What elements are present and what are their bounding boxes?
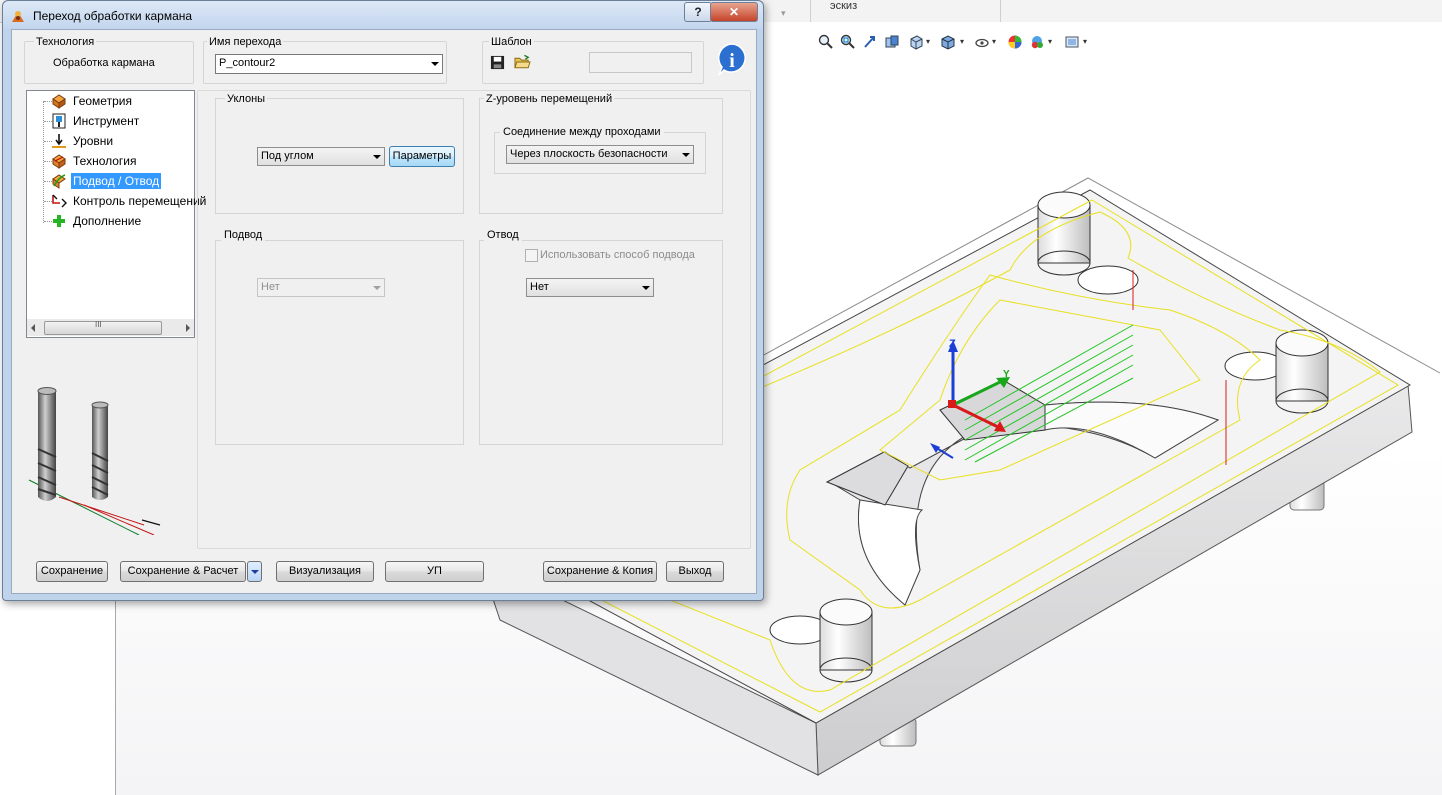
tree-item-label: Геометрия — [73, 94, 132, 108]
template-field — [589, 52, 692, 73]
scroll-left-icon[interactable] — [31, 324, 35, 332]
open-folder-icon[interactable] — [514, 54, 531, 70]
step-name-label: Имя перехода — [207, 36, 284, 48]
dialog-client-area: Технология Обработка кармана Имя переход… — [11, 29, 757, 594]
chevron-down-icon — [373, 286, 381, 290]
approach-label: Подвод — [221, 229, 266, 241]
cutting-tools-illustration — [28, 387, 161, 535]
tree-item-addition[interactable]: Дополнение — [27, 211, 194, 231]
visualize-button[interactable]: Визуализация — [276, 561, 374, 582]
app-logo-icon — [12, 11, 24, 22]
scroll-right-icon[interactable] — [186, 324, 190, 332]
info-icon[interactable]: i — [715, 42, 749, 76]
retract-combo[interactable]: Нет — [526, 278, 654, 297]
step-name-combo[interactable]: P_contour2 — [215, 54, 443, 74]
template-label: Шаблон — [489, 36, 534, 48]
approach-retract-icon — [52, 174, 66, 189]
parameters-button[interactable]: Параметры — [389, 146, 455, 167]
tree-item-motion-control[interactable]: Контроль перемещений — [27, 191, 206, 211]
retract-group — [479, 240, 723, 445]
connection-label: Соединение между проходами — [500, 126, 664, 138]
tree-item-tool[interactable]: Инструмент — [27, 111, 194, 131]
geometry-icon — [52, 94, 66, 109]
pocket-machining-dialog: Переход обработки кармана ? ✕ Технология… — [2, 0, 764, 601]
approach-group — [215, 240, 464, 445]
step-parameters-tree[interactable]: Геометрия Инструмент Уровни Технология П — [26, 90, 206, 338]
approach-combo-value: Нет — [261, 281, 280, 293]
slopes-label: Уклоны — [225, 93, 268, 105]
use-approach-checkbox[interactable] — [525, 249, 538, 262]
approach-combo: Нет — [257, 278, 385, 297]
tree-item-levels[interactable]: Уровни — [27, 131, 194, 151]
step-name-value: P_contour2 — [219, 57, 276, 69]
technology-icon — [52, 154, 66, 169]
tool-icon — [52, 113, 66, 129]
save-and-copy-button[interactable]: Сохранение & Копия — [543, 561, 657, 582]
tree-item-geometry[interactable]: Геометрия — [27, 91, 194, 111]
tree-horizontal-scrollbar[interactable]: III — [27, 319, 194, 336]
save-options-dropdown[interactable] — [247, 561, 262, 582]
retract-combo-value: Нет — [530, 281, 549, 293]
retract-label: Отвод — [484, 229, 522, 241]
scroll-thumb[interactable]: III — [44, 320, 162, 335]
slopes-combo[interactable]: Под углом — [257, 147, 385, 166]
tree-item-technology[interactable]: Технология — [27, 151, 194, 171]
info-glyph: i — [729, 50, 735, 72]
svg-text:Z: Z — [949, 338, 956, 350]
connection-combo-value: Через плоскость безопасности — [510, 148, 668, 160]
dialog-title: Переход обработки кармана — [33, 9, 193, 23]
save-and-calc-button[interactable]: Сохранение & Расчет — [120, 561, 246, 582]
chevron-down-icon — [431, 62, 439, 66]
scroll-grip: III — [95, 320, 102, 329]
tree-item-label: Подвод / Отвод — [71, 173, 162, 189]
nc-program-button[interactable]: УП — [385, 561, 484, 582]
tree-item-label: Инструмент — [73, 114, 140, 128]
help-button[interactable]: ? — [684, 2, 712, 22]
dialog-titlebar[interactable]: Переход обработки кармана ? ✕ — [3, 1, 763, 29]
tree-item-label: Дополнение — [73, 214, 142, 228]
motion-control-icon — [52, 194, 67, 208]
tree-item-approach-retract[interactable]: Подвод / Отвод — [27, 171, 194, 191]
exit-button[interactable]: Выход — [666, 561, 724, 582]
use-approach-label: Использовать способ подвода — [540, 249, 695, 261]
addition-icon — [53, 215, 65, 227]
chevron-down-icon — [642, 286, 650, 290]
z-level-label: Z-уровень перемещений — [484, 93, 615, 105]
slopes-combo-value: Под углом — [261, 150, 314, 162]
chevron-down-icon — [682, 153, 690, 157]
chevron-down-icon — [251, 570, 259, 574]
close-button[interactable]: ✕ — [710, 2, 758, 22]
levels-icon — [52, 134, 66, 148]
chevron-down-icon — [373, 155, 381, 159]
connection-combo[interactable]: Через плоскость безопасности — [506, 145, 694, 164]
save-button[interactable]: Сохранение — [36, 561, 108, 582]
tree-item-label: Контроль перемещений — [73, 194, 207, 208]
tree-item-label: Уровни — [73, 134, 114, 148]
technology-value: Обработка кармана — [53, 57, 155, 69]
tree-item-label: Технология — [73, 154, 137, 168]
technology-group-label: Технология — [34, 36, 97, 48]
save-template-icon[interactable] — [490, 55, 505, 70]
svg-text:Y: Y — [1003, 369, 1010, 380]
